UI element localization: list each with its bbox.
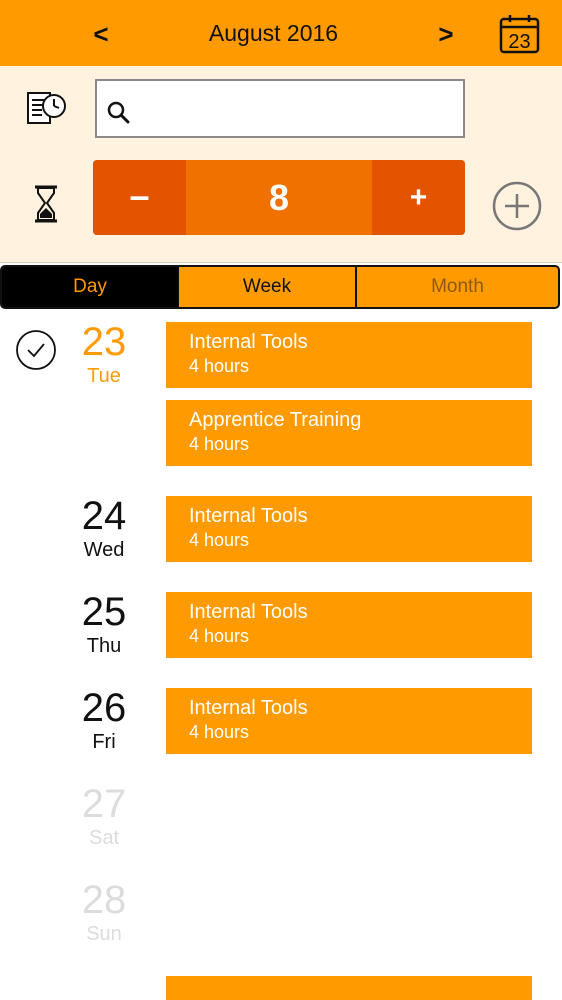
entry-hours: 4 hours — [189, 434, 250, 454]
day-name: Thu — [86, 635, 122, 657]
search-input[interactable] — [137, 89, 457, 129]
entry-title: Internal Tools — [189, 601, 308, 623]
segment-month[interactable]: Month — [355, 267, 558, 307]
time-entry[interactable]: Internal Tools 4 hours — [166, 322, 532, 388]
entry-hours: 4 hours — [189, 356, 250, 376]
increment-button[interactable]: + — [372, 160, 465, 235]
hours-stepper: – 8 + — [93, 160, 465, 235]
view-segmented-control: Day Week Month — [0, 265, 560, 309]
day-name: Fri — [92, 731, 116, 753]
entry-title: Internal Tools — [189, 505, 308, 527]
entry-title: Apprentice Training — [189, 409, 362, 431]
history-icon — [27, 92, 66, 124]
day-number: 26 — [81, 686, 127, 730]
entry-title: Internal Tools — [189, 331, 308, 353]
day-name: Wed — [83, 539, 125, 561]
day-number: 28 — [81, 878, 127, 922]
day-name: Tue — [87, 365, 121, 387]
search-field[interactable] — [95, 79, 465, 138]
check-circle-icon — [16, 330, 56, 370]
add-entry-button[interactable] — [491, 180, 543, 232]
day-name: Sat — [88, 827, 120, 849]
search-icon — [107, 101, 130, 124]
month-title: August 2016 — [208, 20, 339, 46]
hours-value: 8 — [268, 177, 290, 218]
day-number: 24 — [81, 494, 127, 538]
day-name: Sun — [86, 923, 122, 945]
time-entry[interactable]: Internal Tools 4 hours — [166, 592, 532, 658]
calendar-button[interactable]: 23 — [498, 13, 542, 55]
entry-hours: 4 hours — [189, 722, 250, 742]
time-entry[interactable]: Internal Tools 4 hours — [166, 688, 532, 754]
time-entry-partial[interactable] — [166, 976, 532, 1000]
day-complete-toggle[interactable] — [15, 329, 57, 371]
entry-title: Internal Tools — [189, 697, 308, 719]
time-entry[interactable]: Internal Tools 4 hours — [166, 496, 532, 562]
next-month-button[interactable]: > — [431, 14, 461, 54]
history-button[interactable] — [24, 89, 70, 129]
entry-hours: 4 hours — [189, 530, 250, 550]
time-entry[interactable]: Apprentice Training 4 hours — [166, 400, 532, 466]
header-bar: < August 2016 > 23 — [0, 0, 562, 66]
decrement-button[interactable]: – — [93, 160, 186, 235]
day-number: 23 — [81, 320, 127, 364]
add-circle-icon — [492, 181, 542, 231]
day-number: 27 — [81, 782, 127, 826]
calendar-icon: 23 — [499, 15, 540, 54]
segment-day[interactable]: Day — [2, 267, 178, 307]
hourglass-icon — [32, 185, 60, 223]
previous-month-button[interactable]: < — [86, 14, 116, 54]
day-number: 25 — [81, 590, 127, 634]
entry-hours: 4 hours — [189, 626, 250, 646]
segment-week[interactable]: Week — [178, 267, 355, 307]
calendar-icon-day: 23 — [508, 31, 530, 53]
